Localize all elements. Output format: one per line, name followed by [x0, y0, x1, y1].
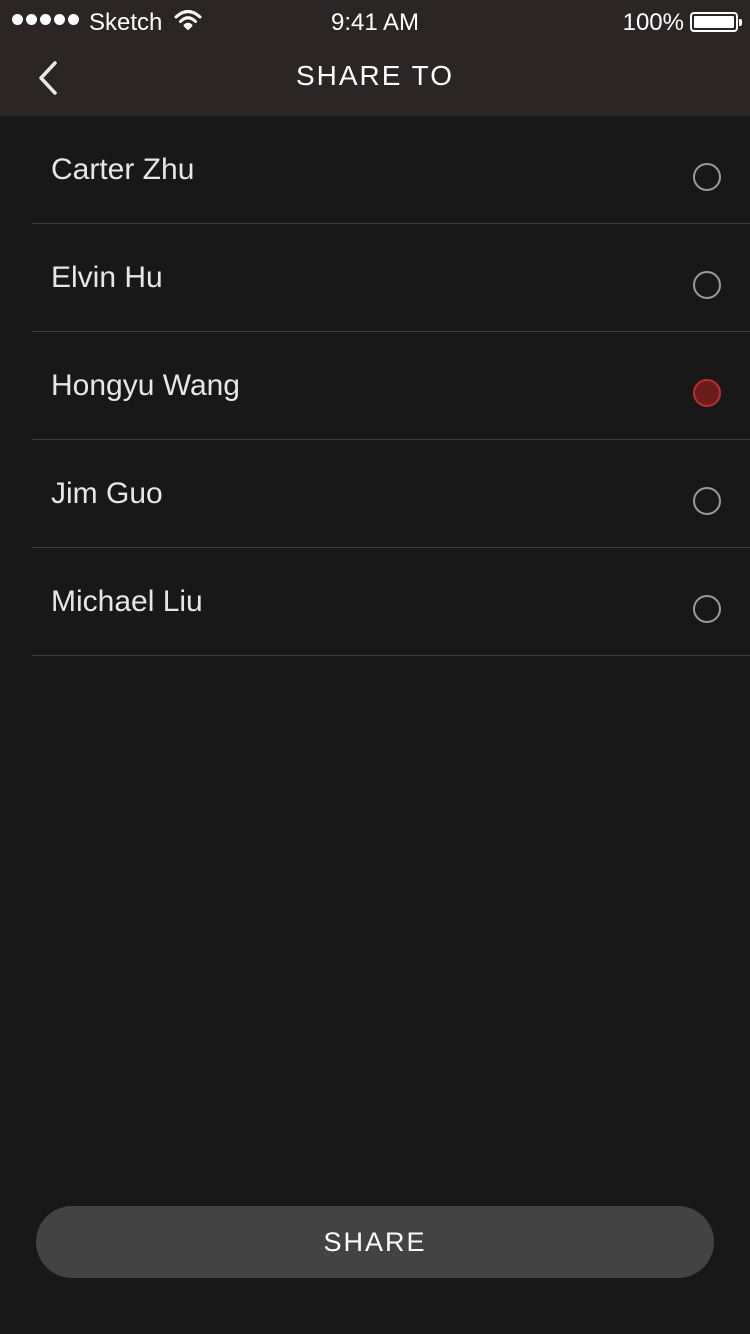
- battery-percentage: 100%: [622, 9, 684, 36]
- share-button[interactable]: SHARE: [36, 1206, 714, 1278]
- contact-name: Michael Liu: [51, 585, 203, 618]
- page-title: SHARE TO: [295, 60, 455, 91]
- radio-button[interactable]: [693, 595, 721, 623]
- radio-button-selected[interactable]: [693, 379, 721, 407]
- radio-button[interactable]: [693, 163, 721, 191]
- contact-row[interactable]: Michael Liu: [32, 548, 750, 656]
- radio-button[interactable]: [693, 271, 721, 299]
- contact-name: Elvin Hu: [51, 261, 163, 294]
- share-to-screen: Sketch 9:41 AM 100% SHARE TO Carter Zhu …: [0, 0, 750, 1334]
- battery-icon: [690, 12, 742, 32]
- radio-button[interactable]: [693, 487, 721, 515]
- status-bar: Sketch 9:41 AM 100%: [0, 0, 750, 44]
- contact-row[interactable]: Hongyu Wang: [32, 332, 750, 440]
- contact-name: Carter Zhu: [51, 153, 195, 186]
- header: Sketch 9:41 AM 100% SHARE TO: [0, 0, 750, 116]
- contact-name: Jim Guo: [51, 477, 163, 510]
- contact-name: Hongyu Wang: [51, 369, 240, 402]
- contact-row[interactable]: Jim Guo: [32, 440, 750, 548]
- contact-row[interactable]: Carter Zhu: [32, 116, 750, 224]
- contact-row[interactable]: Elvin Hu: [32, 224, 750, 332]
- navigation-bar: SHARE TO: [0, 44, 750, 116]
- contact-list: Carter Zhu Elvin Hu Hongyu Wang Jim Guo …: [0, 116, 750, 656]
